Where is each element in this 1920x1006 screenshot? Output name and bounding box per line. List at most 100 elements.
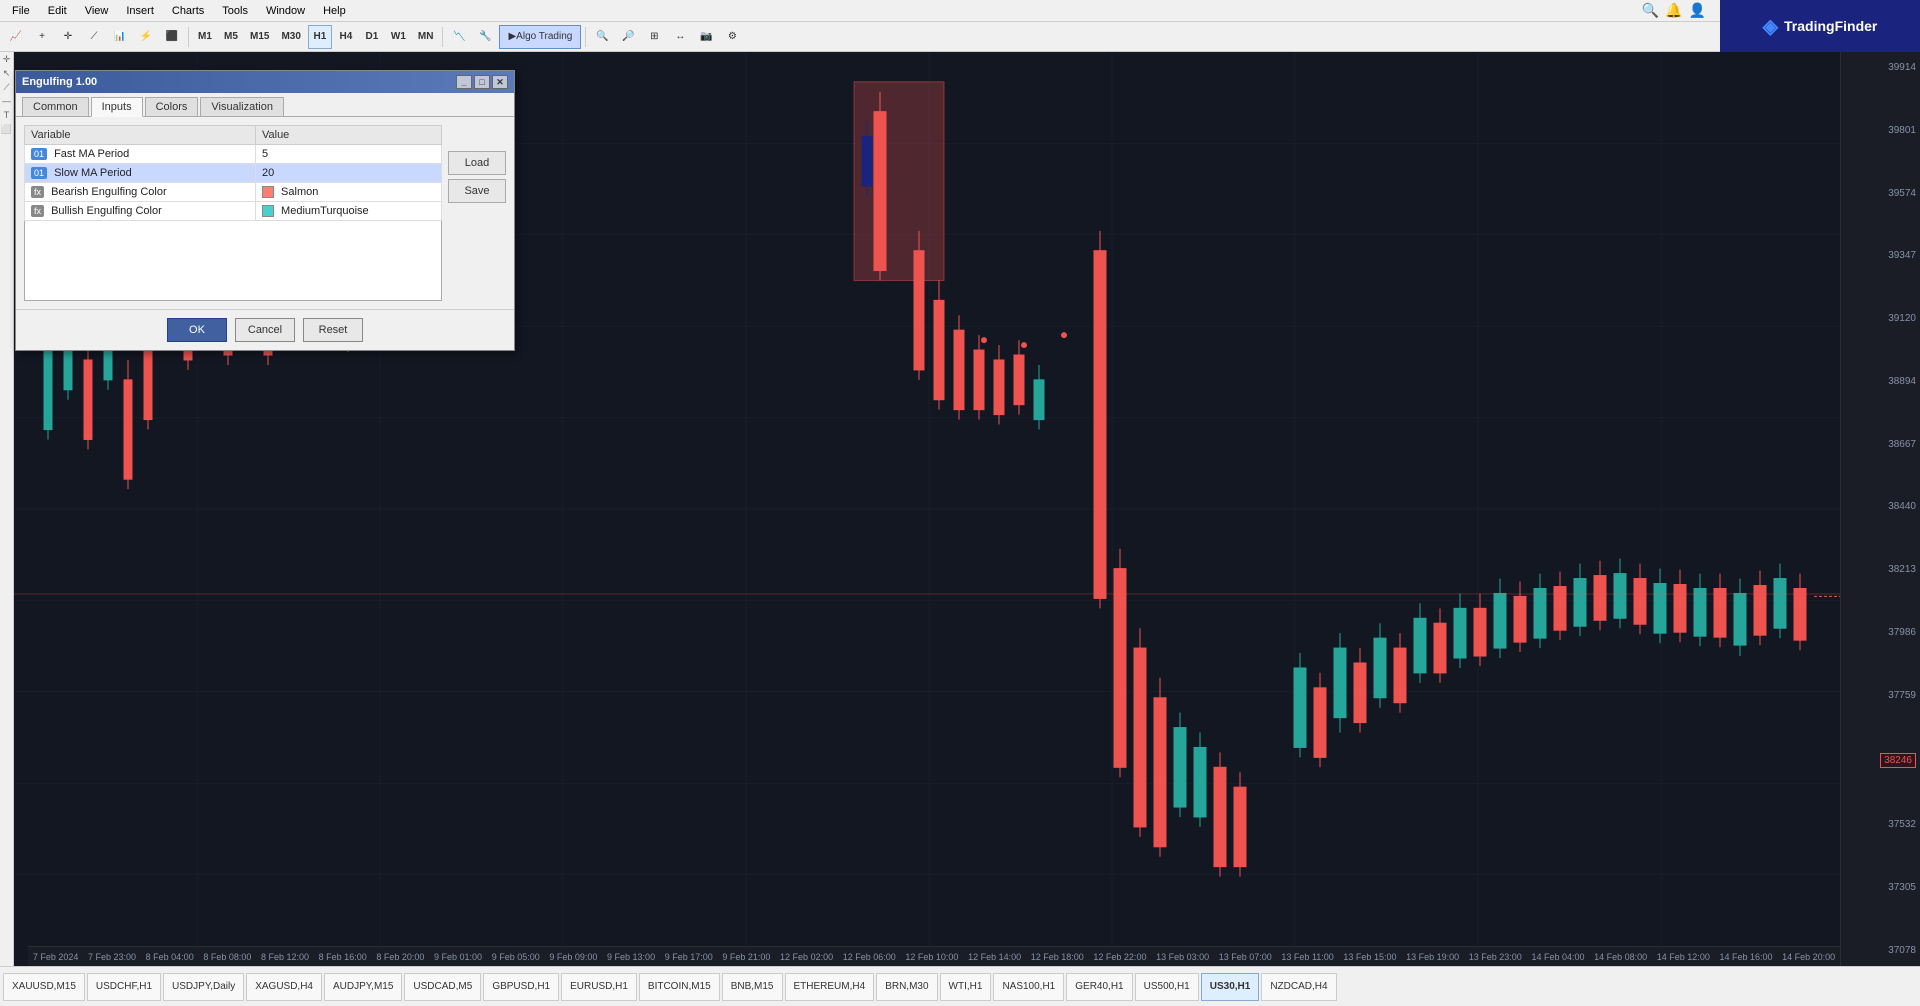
dialog-bottom-buttons: OK Cancel Reset — [16, 309, 514, 350]
cancel-button[interactable]: Cancel — [235, 318, 295, 342]
bottom-tabs: XAUUSD,M15 USDCHF,H1 USDJPY,Daily XAGUSD… — [0, 966, 1920, 1006]
separator-2 — [442, 27, 443, 47]
fast-ma-value[interactable]: 5 — [255, 145, 441, 164]
sidebar-line[interactable]: ⟋ — [1, 82, 13, 94]
crosshair-btn[interactable]: ✛ — [56, 25, 80, 49]
tab-common[interactable]: Common — [22, 97, 89, 116]
tab-eurusd-h1[interactable]: EURUSD,H1 — [561, 973, 637, 1001]
dialog-close-btn[interactable]: ✕ — [492, 75, 508, 89]
tab-visualization[interactable]: Visualization — [200, 97, 284, 116]
table-row[interactable]: 01 Fast MA Period 5 — [25, 145, 442, 164]
tab-usdcad-m5[interactable]: USDCAD,M5 — [404, 973, 481, 1001]
menu-tools[interactable]: Tools — [214, 3, 256, 19]
tab-bnb-m15[interactable]: BNB,M15 — [722, 973, 783, 1001]
indicators-btn[interactable]: 🔧 — [473, 25, 497, 49]
sidebar-hline[interactable]: — — [1, 96, 13, 108]
save-button[interactable]: Save — [448, 179, 506, 203]
chart-type-btn[interactable]: 📉 — [447, 25, 471, 49]
notification-icon[interactable]: 🔔 — [1665, 2, 1682, 19]
dialog-title-buttons: _ □ ✕ — [456, 75, 508, 89]
tab-nas100-h1[interactable]: NAS100,H1 — [993, 973, 1064, 1001]
shapes-btn[interactable]: ⬛ — [160, 25, 184, 49]
tf-mn[interactable]: MN — [413, 25, 439, 49]
tab-ethereum-h4[interactable]: ETHEREUM,H4 — [785, 973, 875, 1001]
tab-nzdcad-h4[interactable]: NZDCAD,H4 — [1261, 973, 1336, 1001]
tf-h4[interactable]: H4 — [334, 25, 358, 49]
x-axis-bar: 7 Feb 2024 7 Feb 23:00 8 Feb 04:00 8 Feb… — [28, 946, 1840, 966]
new-chart-btn[interactable]: 📈 — [4, 25, 28, 49]
menu-charts[interactable]: Charts — [164, 3, 212, 19]
tab-us500-h1[interactable]: US500,H1 — [1135, 973, 1199, 1001]
algo-trading-btn[interactable]: ▶ Algo Trading — [499, 25, 581, 49]
tf-m1[interactable]: M1 — [193, 25, 217, 49]
tab-wti-h1[interactable]: WTI,H1 — [940, 973, 992, 1001]
dialog-minimize-btn[interactable]: _ — [456, 75, 472, 89]
tab-inputs[interactable]: Inputs — [91, 97, 143, 117]
sidebar-crosshair[interactable]: ✛ — [1, 54, 13, 66]
menu-file[interactable]: File — [4, 3, 38, 19]
load-button[interactable]: Load — [448, 151, 506, 175]
menu-insert[interactable]: Insert — [118, 3, 162, 19]
bullish-color-value[interactable]: MediumTurquoise — [255, 202, 441, 221]
tf-m5[interactable]: M5 — [219, 25, 243, 49]
tab-audjpy-m15[interactable]: AUDJPY,M15 — [324, 973, 402, 1001]
dialog-title: Engulfing 1.00 — [22, 76, 97, 88]
sidebar-rect[interactable]: ⬜ — [1, 124, 13, 136]
tf-h1[interactable]: H1 — [308, 25, 332, 49]
tab-colors[interactable]: Colors — [145, 97, 199, 116]
bullish-color-swatch — [262, 205, 274, 217]
slow-ma-value[interactable]: 20 — [255, 164, 441, 183]
tab-us30-h1[interactable]: US30,H1 — [1201, 973, 1260, 1001]
tab-xauusd-m15[interactable]: XAUUSD,M15 — [3, 973, 85, 1001]
reset-button[interactable]: Reset — [303, 318, 363, 342]
zoom-out-btn[interactable]: 🔍 — [590, 25, 614, 49]
tf-w1[interactable]: W1 — [386, 25, 411, 49]
bearish-color-swatch — [262, 186, 274, 198]
dialog-content: Variable Value 01 Fast MA Period 5 — [16, 117, 514, 309]
menu-bar: File Edit View Insert Charts Tools Windo… — [0, 0, 1920, 22]
dialog-tabs: Common Inputs Colors Visualization — [16, 93, 514, 117]
tab-ger40-h1[interactable]: GER40,H1 — [1066, 973, 1132, 1001]
tab-bitcoin-m15[interactable]: BITCOIN,M15 — [639, 973, 720, 1001]
tf-m30[interactable]: M30 — [276, 25, 305, 49]
table-row[interactable]: fx Bearish Engulfing Color Salmon — [25, 183, 442, 202]
menu-view[interactable]: View — [77, 3, 117, 19]
screenshot-btn[interactable]: 📷 — [694, 25, 718, 49]
zoom-in2-btn[interactable]: 🔎 — [616, 25, 640, 49]
menu-help[interactable]: Help — [315, 3, 354, 19]
menu-window[interactable]: Window — [258, 3, 313, 19]
scroll-btn[interactable]: ↔ — [668, 25, 692, 49]
dialog-maximize-btn[interactable]: □ — [474, 75, 490, 89]
tab-usdjpy-daily[interactable]: USDJPY,Daily — [163, 973, 244, 1001]
indicator-btn[interactable]: 📊 — [108, 25, 132, 49]
dialog: Engulfing 1.00 _ □ ✕ Common Inputs Color… — [15, 70, 515, 351]
table-row[interactable]: fx Bullish Engulfing Color MediumTurquoi… — [25, 202, 442, 221]
tab-gbpusd-h1[interactable]: GBPUSD,H1 — [483, 973, 559, 1001]
settings-btn[interactable]: ⚙ — [720, 25, 744, 49]
col-variable: Variable — [25, 126, 256, 145]
ok-button[interactable]: OK — [167, 318, 227, 342]
fib-btn[interactable]: ⚡ — [134, 25, 158, 49]
menu-edit[interactable]: Edit — [40, 3, 75, 19]
sidebar-text[interactable]: T — [1, 110, 13, 122]
separator-3 — [585, 27, 586, 47]
bearish-color-value[interactable]: Salmon — [255, 183, 441, 202]
logo-area: ◈ TradingFinder — [1720, 0, 1920, 52]
sidebar-arrow[interactable]: ↖ — [1, 68, 13, 80]
table-row[interactable]: 01 Slow MA Period 20 — [25, 164, 442, 183]
tab-brn-m30[interactable]: BRN,M30 — [876, 973, 937, 1001]
col-value: Value — [255, 126, 441, 145]
zoom-in-btn[interactable]: + — [30, 25, 54, 49]
tab-xagusd-h4[interactable]: XAGUSD,H4 — [246, 973, 322, 1001]
search-icon[interactable]: 🔍 — [1642, 2, 1659, 19]
tf-d1[interactable]: D1 — [360, 25, 384, 49]
separator-1 — [188, 27, 189, 47]
empty-table-area — [24, 221, 442, 301]
grid-btn[interactable]: ⊞ — [642, 25, 666, 49]
inputs-table: Variable Value 01 Fast MA Period 5 — [24, 125, 442, 221]
user-icon[interactable]: 👤 — [1689, 2, 1706, 19]
tab-usdchf-h1[interactable]: USDCHF,H1 — [87, 973, 161, 1001]
line-tool-btn[interactable]: ⟋ — [82, 25, 106, 49]
tf-m15[interactable]: M15 — [245, 25, 274, 49]
logo-text: TradingFinder — [1784, 18, 1877, 34]
